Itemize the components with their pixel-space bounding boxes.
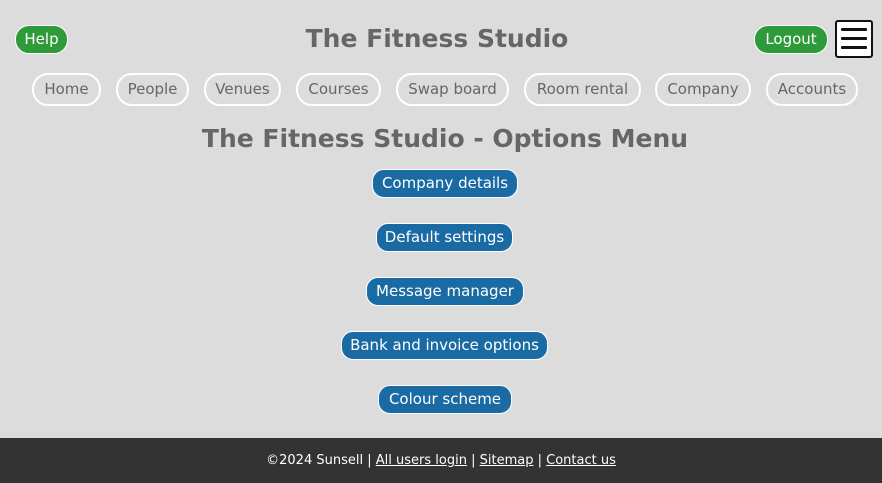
- nav-item-company[interactable]: Company: [655, 73, 751, 106]
- nav-item-courses[interactable]: Courses: [296, 73, 381, 106]
- footer-separator: |: [367, 453, 372, 468]
- contact-us-link[interactable]: Contact us: [546, 453, 616, 468]
- footer-separator: |: [471, 453, 476, 468]
- main-nav: Home People Venues Courses Swap board Ro…: [0, 73, 882, 106]
- nav-item-swap-board[interactable]: Swap board: [396, 73, 509, 106]
- nav-item-people[interactable]: People: [116, 73, 189, 106]
- logout-button[interactable]: Logout: [754, 25, 828, 54]
- colour-scheme-button[interactable]: Colour scheme: [378, 385, 512, 414]
- footer-copyright: ©2024 Sunsell: [266, 453, 364, 468]
- nav-item-venues[interactable]: Venues: [204, 73, 281, 106]
- footer: ©2024 Sunsell | All users login | Sitema…: [0, 438, 882, 483]
- nav-item-home[interactable]: Home: [32, 73, 101, 106]
- nav-item-room-rental[interactable]: Room rental: [524, 73, 641, 106]
- company-details-button[interactable]: Company details: [372, 169, 518, 198]
- site-title: The Fitness Studio: [305, 24, 569, 53]
- nav-item-accounts[interactable]: Accounts: [766, 73, 858, 106]
- menu-bar-top: [841, 28, 867, 31]
- page: Help The Fitness Studio Logout Home Peop…: [0, 0, 882, 483]
- message-manager-button[interactable]: Message manager: [366, 277, 524, 306]
- all-users-login-link[interactable]: All users login: [376, 453, 467, 468]
- bank-and-invoice-options-button[interactable]: Bank and invoice options: [341, 331, 548, 360]
- footer-separator: |: [537, 453, 542, 468]
- hamburger-menu-icon[interactable]: [835, 20, 873, 58]
- menu-bar-bottom: [841, 46, 867, 49]
- sitemap-link[interactable]: Sitemap: [480, 453, 534, 468]
- page-heading: The Fitness Studio - Options Menu: [201, 124, 689, 153]
- menu-bar-middle: [841, 37, 867, 40]
- default-settings-button[interactable]: Default settings: [376, 223, 513, 252]
